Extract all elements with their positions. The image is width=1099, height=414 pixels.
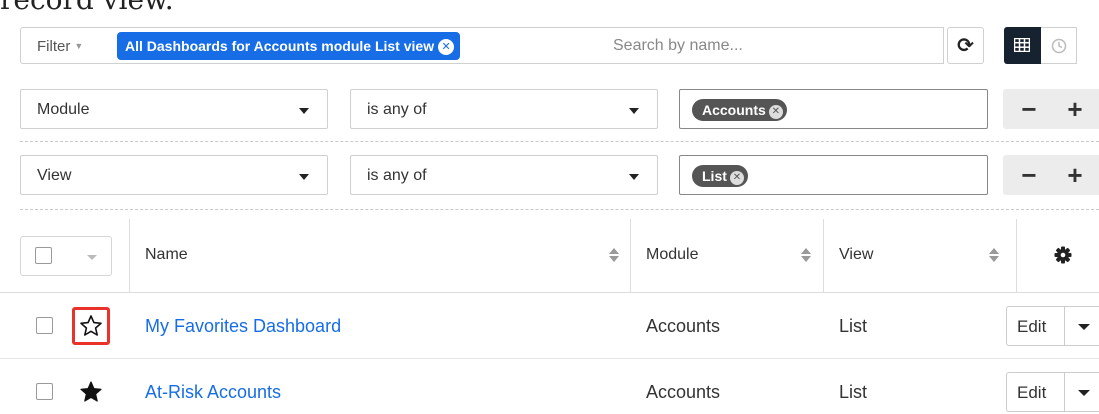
active-filter-pill[interactable]: All Dashboards for Accounts module List … [117,32,461,60]
row-checkbox[interactable] [36,383,53,400]
refresh-button[interactable]: ⟳ [947,27,984,64]
row-buttons: − + [1003,89,1099,129]
remove-tag-icon[interactable]: ✕ [729,171,744,185]
refresh-icon: ⟳ [957,35,974,57]
operator-select-value: is any of [367,101,427,118]
filter-label: Filter [37,38,71,55]
button-divider [1064,307,1065,345]
caret-down-icon[interactable] [87,255,97,260]
caret-down-icon [629,174,639,180]
caret-down-icon: ▼ [74,41,84,51]
view-cell: List [839,316,868,336]
remove-row-button[interactable]: − [1009,93,1049,125]
filter-bar: Filter ▼ All Dashboards for Accounts modu… [20,27,1099,64]
field-select-value: View [37,167,72,184]
grid-icon [1014,38,1030,52]
divider [20,209,1099,210]
value-tag: List ✕ [692,165,748,187]
edit-button[interactable]: Edit [1017,383,1046,403]
filter-row: Module is any of Accounts ✕ − + [0,81,1099,137]
caret-down-icon [299,108,309,114]
filter-dropdown[interactable]: Filter ▼ [37,38,83,55]
field-select-value: Module [37,101,90,118]
field-select[interactable]: View [20,155,328,195]
column-header-module[interactable]: Module [646,246,698,264]
remove-tag-icon[interactable]: ✕ [768,105,783,119]
caret-down-icon[interactable] [1078,390,1090,396]
gear-icon[interactable] [1054,246,1072,264]
caret-down-icon[interactable] [1078,324,1090,330]
value-tag-label: Accounts [702,102,766,118]
add-row-button[interactable]: + [1055,159,1095,191]
column-divider [129,219,130,293]
favorite-toggle[interactable] [72,307,110,345]
remove-row-button[interactable]: − [1009,159,1049,191]
intro-text: record view. [0,0,174,14]
caret-down-icon [629,108,639,114]
row-checkbox[interactable] [36,317,53,334]
dashboard-name-link[interactable]: My Favorites Dashboard [145,316,341,337]
filter-box: Filter ▼ All Dashboards for Accounts modu… [20,27,598,64]
sort-icon[interactable] [801,246,811,264]
list-view-button[interactable] [1004,27,1041,64]
column-header-name[interactable]: Name [145,246,188,264]
field-select[interactable]: Module [20,89,328,129]
column-divider [1016,219,1017,293]
activity-view-button[interactable] [1041,27,1077,64]
star-outline-icon [80,315,102,336]
table-row: My Favorites Dashboard Accounts List Edi… [0,293,1099,359]
edit-button-group: Edit [1006,372,1099,412]
module-cell: Accounts [646,382,721,402]
operator-select[interactable]: is any of [350,89,658,129]
bulk-select[interactable] [20,236,112,276]
value-input[interactable]: Accounts ✕ [679,89,988,129]
column-header-view[interactable]: View [839,246,873,264]
edit-button[interactable]: Edit [1017,317,1046,337]
sort-icon[interactable] [989,246,999,264]
row-buttons: − + [1003,155,1099,195]
filter-row: View is any of List ✕ − + [0,147,1099,203]
view-cell: List [839,382,868,402]
dashboard-name-link[interactable]: At-Risk Accounts [145,382,281,403]
close-icon[interactable]: ✕ [438,39,455,55]
star-filled-icon [80,381,102,402]
operator-select-value: is any of [367,167,427,184]
active-filter-label: All Dashboards for Accounts module List … [125,38,435,54]
column-divider [823,219,824,293]
edit-button-group: Edit [1006,306,1099,346]
select-all-checkbox[interactable] [35,247,52,264]
caret-down-icon [299,174,309,180]
table-row: At-Risk Accounts Accounts List Edit [0,359,1099,414]
favorite-toggle[interactable] [72,373,110,411]
value-tag: Accounts ✕ [692,99,787,121]
search-input[interactable] [597,27,944,64]
add-row-button[interactable]: + [1055,93,1095,125]
divider [20,141,1099,142]
module-cell: Accounts [646,316,721,336]
value-input[interactable]: List ✕ [679,155,988,195]
column-divider [630,219,631,293]
button-divider [1064,373,1065,411]
table-header: Name Module View [0,219,1099,293]
clock-icon [1051,38,1067,54]
sort-icon[interactable] [609,246,619,264]
value-tag-label: List [702,168,727,184]
operator-select[interactable]: is any of [350,155,658,195]
